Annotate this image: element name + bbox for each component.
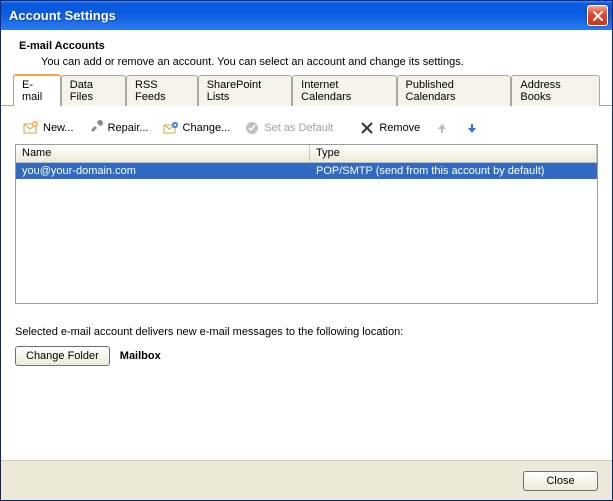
page-title: E-mail Accounts [19, 40, 594, 52]
tab-published-calendars[interactable]: Published Calendars [397, 75, 512, 106]
change-button[interactable]: Change... [159, 118, 235, 138]
toolbar-label: Repair... [108, 122, 149, 134]
cell-name: you@your-domain.com [16, 164, 310, 178]
tab-internet-calendars[interactable]: Internet Calendars [292, 75, 396, 106]
move-down-button [460, 118, 484, 138]
account-settings-window: Account Settings E-mail Accounts You can… [0, 0, 613, 501]
delivery-text: Selected e-mail account delivers new e-m… [15, 326, 598, 338]
tab-label: RSS Feeds [135, 79, 166, 103]
cell-type: POP/SMTP (send from this account by defa… [310, 164, 597, 178]
toolbar: New... Repair... [15, 114, 598, 142]
column-header-type[interactable]: Type [310, 145, 597, 162]
remove-icon [359, 120, 375, 136]
close-icon [593, 11, 603, 21]
column-header-name[interactable]: Name [16, 145, 310, 162]
page-subtitle: You can add or remove an account. You ca… [41, 56, 594, 68]
arrow-up-icon [434, 120, 450, 136]
tab-sharepoint-lists[interactable]: SharePoint Lists [198, 75, 292, 106]
move-up-button [430, 118, 454, 138]
tab-address-books[interactable]: Address Books [511, 75, 600, 106]
tab-label: E-mail [22, 79, 42, 103]
tab-label: Address Books [520, 79, 560, 103]
tab-label: Internet Calendars [301, 79, 351, 103]
titlebar: Account Settings [1, 1, 612, 30]
change-folder-button[interactable]: Change Folder [15, 346, 110, 366]
tab-label: Data Files [70, 79, 93, 103]
tab-email[interactable]: E-mail [13, 74, 61, 106]
mailbox-label: Mailbox [120, 350, 161, 362]
arrow-down-icon [464, 120, 480, 136]
column-headers: Name Type [16, 145, 597, 163]
tab-panel-email: New... Repair... [1, 106, 612, 460]
new-button[interactable]: New... [19, 118, 78, 138]
close-button[interactable]: Close [523, 471, 598, 491]
window-close-button[interactable] [587, 5, 608, 26]
repair-button[interactable]: Repair... [84, 118, 153, 138]
table-row[interactable]: you@your-domain.com POP/SMTP (send from … [16, 163, 597, 179]
check-circle-icon [244, 120, 260, 136]
remove-button[interactable]: Remove [355, 118, 424, 138]
content-area: E-mail Accounts You can add or remove an… [1, 30, 612, 460]
window-title: Account Settings [9, 8, 587, 23]
tab-label: SharePoint Lists [207, 79, 261, 103]
toolbar-label: Set as Default [264, 122, 333, 134]
toolbar-label: New... [43, 122, 74, 134]
change-folder-row: Change Folder Mailbox [15, 346, 598, 366]
tab-rss-feeds[interactable]: RSS Feeds [126, 75, 198, 106]
new-mail-icon [23, 120, 39, 136]
tab-data-files[interactable]: Data Files [61, 75, 126, 106]
set-default-button: Set as Default [240, 118, 337, 138]
accounts-list[interactable]: Name Type you@your-domain.com POP/SMTP (… [15, 144, 598, 304]
change-icon [163, 120, 179, 136]
footer: Close [1, 460, 612, 500]
tabs: E-mail Data Files RSS Feeds SharePoint L… [1, 84, 612, 106]
repair-icon [88, 120, 104, 136]
toolbar-label: Remove [379, 122, 420, 134]
toolbar-label: Change... [183, 122, 231, 134]
tab-label: Published Calendars [406, 79, 456, 103]
